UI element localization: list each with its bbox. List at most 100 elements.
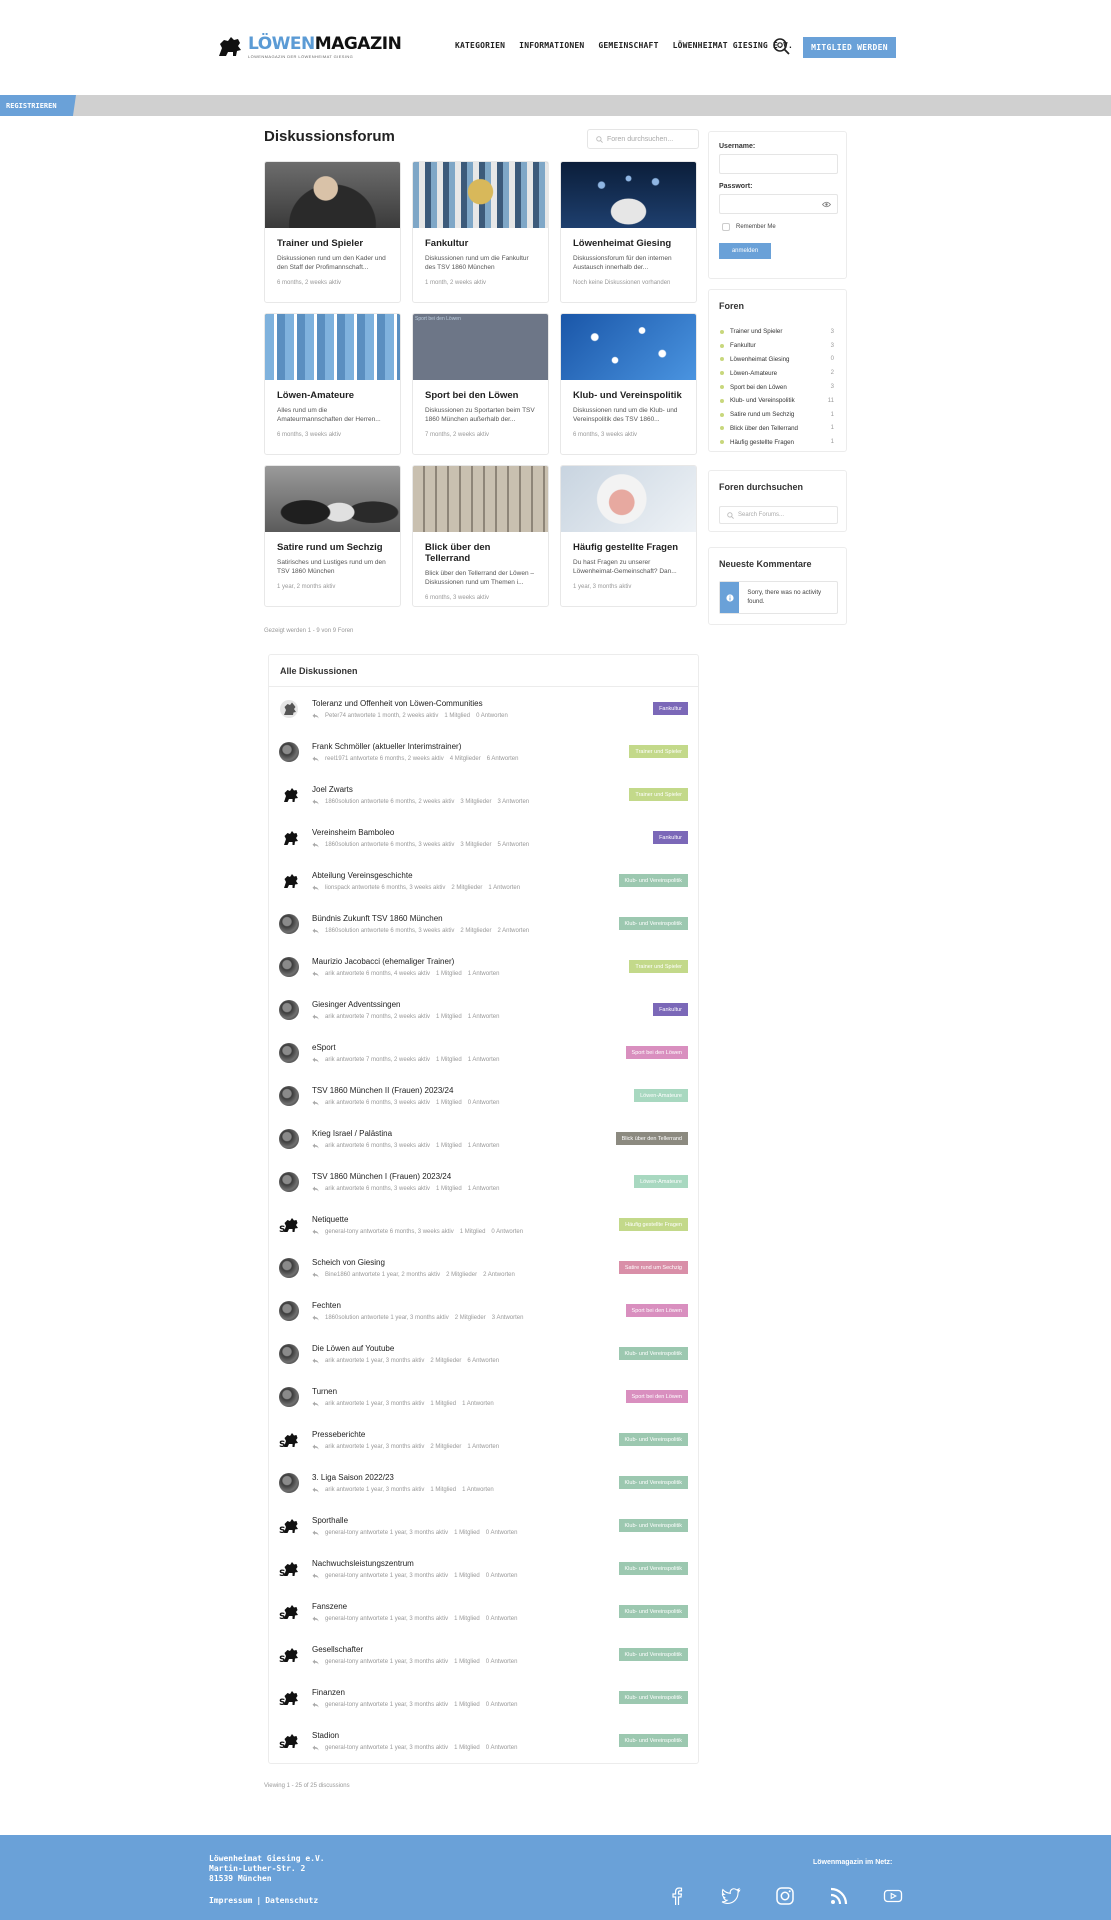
avatar[interactable] [279,1043,299,1063]
discussion-row[interactable]: 3. Liga Saison 2022/23 arik antwortete 1 … [269,1461,698,1504]
avatar[interactable] [279,1258,299,1278]
discussion-title[interactable]: Bündnis Zukunft TSV 1860 München [312,914,443,923]
discussion-title[interactable]: Frank Schmöller (aktueller Interimstrain… [312,742,461,751]
forum-tag[interactable]: Fankultur [653,831,688,844]
avatar[interactable]: S [279,1731,299,1751]
impressum-link[interactable]: Impressum [209,1896,252,1905]
instagram-icon[interactable] [775,1886,795,1906]
nav-kategorien[interactable]: KATEGORIEN [455,41,505,50]
discussion-row[interactable]: Scheich von Giesing Bine1860 antwortete 1… [269,1246,698,1289]
forum-card-title[interactable]: Trainer und Spieler [277,238,388,249]
forum-tag[interactable]: Klub- und Vereinspolitik [618,1347,688,1360]
forum-card-image[interactable] [265,314,400,380]
forum-card-title[interactable]: Löwenheimat Giesing [573,238,684,249]
nav-gemeinschaft[interactable]: GEMEINSCHAFT [598,41,658,50]
discussion-title[interactable]: Giesinger Adventssingen [312,1000,401,1009]
avatar[interactable] [279,1473,299,1493]
forum-link[interactable]: Blick über den Tellerrand 1 [719,422,836,436]
discussion-title[interactable]: Joel Zwarts [312,785,353,794]
forum-link[interactable]: Fankultur 3 [719,339,836,353]
forum-tag[interactable]: Sport bei den Löwen [625,1390,688,1403]
forum-tag[interactable]: Klub- und Vereinspolitik [618,1433,688,1446]
avatar[interactable]: S [279,1215,299,1235]
forum-card[interactable]: Fankultur Diskussionen rund um die Fankul… [412,161,549,303]
avatar[interactable] [279,828,299,848]
forum-tag[interactable]: Blick über den Tellerrand [615,1132,688,1145]
discussion-row[interactable]: Joel Zwarts 1860solution antwortete 6 mon… [269,773,698,816]
forum-card[interactable]: Sport bei den Löwen Sport bei den Löwen Di… [412,313,549,455]
forum-link[interactable]: Häufig gestellte Fragen 1 [719,435,836,449]
discussion-title[interactable]: eSport [312,1043,336,1052]
discussion-title[interactable]: Die Löwen auf Youtube [312,1344,394,1353]
discussion-row[interactable]: Die Löwen auf Youtube arik antwortete 1 y… [269,1332,698,1375]
forum-card[interactable]: Häufig gestellte Fragen Du hast Fragen zu… [560,465,697,607]
forum-card-image[interactable] [561,162,696,228]
forum-card-title[interactable]: Satire rund um Sechzig [277,542,388,553]
avatar[interactable] [279,785,299,805]
remember-me[interactable]: Remember Me [722,223,836,231]
forum-card-image[interactable] [561,314,696,380]
avatar[interactable] [279,914,299,934]
forum-card-title[interactable]: Klub- und Vereinspolitik [573,390,684,401]
forum-link[interactable]: Satire rund um Sechzig 1 [719,408,836,422]
forum-card[interactable]: Löwenheimat Giesing Diskussionsforum für … [560,161,697,303]
nav-informationen[interactable]: INFORMATIONEN [519,41,584,50]
discussion-title[interactable]: Abteilung Vereinsgeschichte [312,871,413,880]
discussion-title[interactable]: Vereinsheim Bamboleo [312,828,394,837]
forum-tag[interactable]: Klub- und Vereinspolitik [618,874,688,887]
forum-card[interactable]: Blick über den Tellerrand Blick über den … [412,465,549,607]
discussion-title[interactable]: Turnen [312,1387,337,1396]
forum-card-title[interactable]: Häufig gestellte Fragen [573,542,684,553]
forum-link[interactable]: Sport bei den Löwen 3 [719,380,836,394]
discussion-title[interactable]: Gesellschafter [312,1645,363,1654]
discussion-row[interactable]: Abteilung Vereinsgeschichte lionspack ant… [269,859,698,902]
register-tab[interactable]: REGISTRIEREN [0,95,76,116]
datenschutz-link[interactable]: Datenschutz [265,1896,318,1905]
discussion-title[interactable]: Stadion [312,1731,339,1740]
search-icon[interactable] [772,37,792,55]
avatar[interactable]: S [279,1645,299,1665]
forum-tag[interactable]: Sport bei den Löwen [625,1046,688,1059]
forum-card[interactable]: Satire rund um Sechzig Satirisches und Lu… [264,465,401,607]
forum-tag[interactable]: Klub- und Vereinspolitik [618,1605,688,1618]
site-logo[interactable]: LÖWENMAGAZIN LÖWENMAGAZIN DER LÖWENHEIMA… [216,34,402,60]
avatar[interactable] [279,1344,299,1364]
forum-card-title[interactable]: Löwen-Amateure [277,390,388,401]
discussion-title[interactable]: Maurizio Jacobacci (ehemaliger Trainer) [312,957,454,966]
forum-card-image[interactable] [265,466,400,532]
forum-tag[interactable]: Klub- und Vereinspolitik [618,917,688,930]
avatar[interactable] [279,1000,299,1020]
avatar[interactable] [279,1172,299,1192]
login-button[interactable]: anmelden [719,243,771,259]
forum-tag[interactable]: Satire rund um Sechzig [618,1261,688,1274]
forum-search-input[interactable]: Foren durchsuchen... [587,129,699,149]
discussion-title[interactable]: Netiquette [312,1215,348,1224]
discussion-row[interactable]: S Presseberichte arik antwortete 1 year, 3… [269,1418,698,1461]
forum-card-title[interactable]: Fankultur [425,238,536,249]
discussion-row[interactable]: eSport arik antwortete 7 months, 2 weeks … [269,1031,698,1074]
forum-link[interactable]: Löwen-Amateure 2 [719,366,836,380]
forum-link[interactable]: Löwenheimat Giesing 0 [719,353,836,367]
avatar[interactable] [279,742,299,762]
discussion-title[interactable]: Krieg Israel / Palästina [312,1129,392,1138]
forum-tag[interactable]: Trainer und Spieler [629,745,688,758]
discussion-row[interactable]: S Nachwuchsleistungszentrum general-tony a… [269,1547,698,1590]
discussion-title[interactable]: Presseberichte [312,1430,365,1439]
forum-card-image[interactable]: Sport bei den Löwen [413,314,548,380]
discussion-title[interactable]: TSV 1860 München II (Frauen) 2023/24 [312,1086,453,1095]
forum-tag[interactable]: Trainer und Spieler [629,788,688,801]
discussion-row[interactable]: Toleranz und Offenheit von Löwen-Communi… [269,687,698,730]
forum-tag[interactable]: Klub- und Vereinspolitik [618,1562,688,1575]
facebook-icon[interactable] [667,1886,687,1906]
discussion-row[interactable]: Maurizio Jacobacci (ehemaliger Trainer) a… [269,945,698,988]
discussion-row[interactable]: S Finanzen general-tony antwortete 1 year,… [269,1676,698,1719]
forum-tag[interactable]: Trainer und Spieler [629,960,688,973]
discussion-title[interactable]: Finanzen [312,1688,345,1697]
forum-tag[interactable]: Häufig gestellte Fragen [619,1218,688,1231]
member-button[interactable]: MITGLIED WERDEN [803,37,896,58]
avatar[interactable] [279,871,299,891]
discussion-row[interactable]: Krieg Israel / Palästina arik antwortete … [269,1117,698,1160]
discussion-title[interactable]: 3. Liga Saison 2022/23 [312,1473,394,1482]
youtube-icon[interactable] [883,1886,903,1906]
discussion-row[interactable]: Turnen arik antwortete 1 year, 3 months a… [269,1375,698,1418]
